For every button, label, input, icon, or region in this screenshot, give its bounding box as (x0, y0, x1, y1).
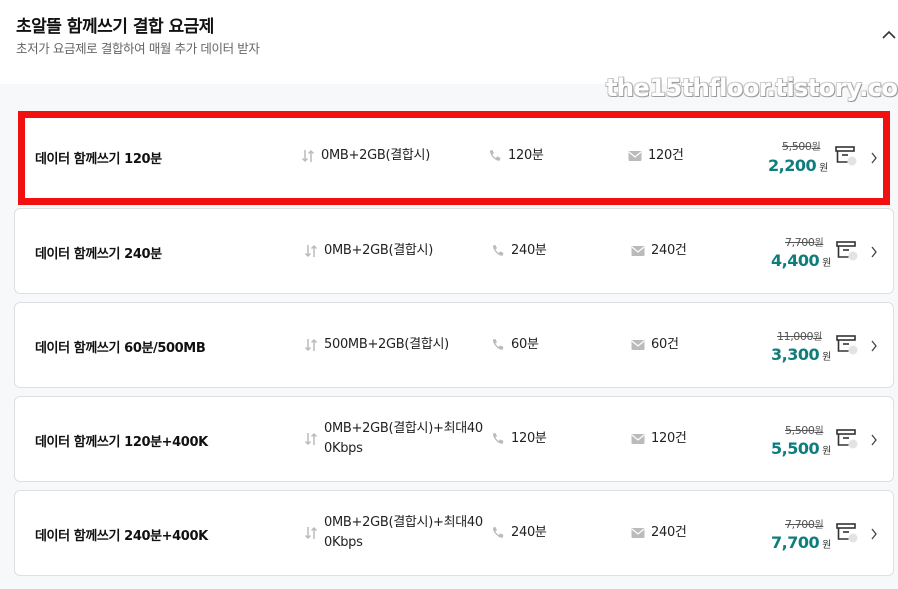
plan-name: 데이터 함께쓰기 120분+400K (35, 435, 208, 450)
chevron-right-icon[interactable] (870, 246, 878, 258)
plan-original-price: 11,000원 (777, 330, 822, 343)
plan-data: 0MB+2GB(결합시)+최대400Kbps (324, 421, 483, 456)
plan-price: 7,700 원 (771, 533, 831, 552)
plan-data: 0MB+2GB(결합시) (324, 243, 433, 258)
compare-box-icon[interactable] (836, 429, 858, 449)
plan-group-title: 초알뜰 함께쓰기 결합 요금제 (16, 17, 214, 37)
chevron-right-icon[interactable] (870, 152, 878, 164)
compare-box-icon[interactable] (836, 335, 858, 355)
plan-original-price: 7,700원 (785, 518, 824, 531)
plan-sms: 120건 (648, 148, 684, 163)
data-transfer-icon (301, 149, 315, 163)
plan-card[interactable]: 데이터 함께쓰기 60분/500MB 500MB+2GB(결합시) 60분 60… (14, 302, 894, 388)
plan-original-price: 5,500원 (782, 140, 821, 153)
message-icon (631, 340, 645, 350)
plan-call: 60분 (511, 337, 539, 352)
plan-card[interactable]: 데이터 함께쓰기 240분 0MB+2GB(결합시) 240분 240건 7,7… (14, 208, 894, 294)
plan-data: 500MB+2GB(결합시) (324, 337, 449, 352)
data-transfer-icon (304, 338, 318, 352)
chevron-right-icon[interactable] (870, 340, 878, 352)
plan-sms: 60건 (651, 337, 679, 352)
plan-original-price: 5,500원 (785, 424, 824, 437)
plan-call: 240분 (511, 243, 547, 258)
phone-icon (489, 150, 501, 161)
plan-price: 4,400 원 (771, 251, 831, 270)
plan-sms: 120건 (651, 431, 687, 446)
plan-call: 120분 (508, 148, 544, 163)
phone-icon (492, 245, 504, 256)
compare-box-icon[interactable] (836, 523, 858, 543)
plan-card[interactable]: 데이터 함께쓰기 120분+400K 0MB+2GB(결합시)+최대400Kbp… (14, 396, 894, 482)
plan-name: 데이터 함께쓰기 120분 (35, 152, 162, 167)
data-transfer-icon (304, 244, 318, 258)
plan-sms: 240건 (651, 525, 687, 540)
phone-icon (492, 433, 504, 444)
plan-call: 120분 (511, 431, 547, 446)
plan-data: 0MB+2GB(결합시)+최대400Kbps (324, 515, 483, 550)
data-transfer-icon (304, 526, 318, 540)
plan-card[interactable]: 데이터 함께쓰기 120분 0MB+2GB(결합시) 120분 120건 5,5… (18, 111, 890, 205)
chevron-up-icon (882, 30, 896, 39)
plan-group-header: 초알뜰 함께쓰기 결합 요금제 초저가 요금제로 결합하여 매월 추가 데이터 … (0, 0, 898, 84)
phone-icon (492, 527, 504, 538)
message-icon (628, 151, 642, 161)
message-icon (631, 434, 645, 444)
plan-name: 데이터 함께쓰기 240분 (35, 247, 162, 262)
collapse-button[interactable] (880, 26, 898, 44)
compare-box-icon[interactable] (835, 146, 857, 166)
plan-price: 3,300 원 (771, 345, 831, 364)
data-transfer-icon (304, 432, 318, 446)
message-icon (631, 246, 645, 256)
chevron-right-icon[interactable] (870, 434, 878, 446)
plan-group-subtitle: 초저가 요금제로 결합하여 매월 추가 데이터 받자 (16, 41, 260, 56)
compare-box-icon[interactable] (836, 241, 858, 261)
plan-sms: 240건 (651, 243, 687, 258)
plan-name: 데이터 함께쓰기 60분/500MB (35, 341, 206, 356)
plan-card[interactable]: 데이터 함께쓰기 240분+400K 0MB+2GB(결합시)+최대400Kbp… (14, 490, 894, 576)
chevron-right-icon[interactable] (870, 528, 878, 540)
plan-original-price: 7,700원 (785, 236, 824, 249)
plan-call: 240분 (511, 525, 547, 540)
plan-price: 5,500 원 (771, 439, 831, 458)
plan-name: 데이터 함께쓰기 240분+400K (35, 529, 208, 544)
phone-icon (492, 339, 504, 350)
watermark: the15thfloor.tistory.com (606, 74, 898, 102)
plan-price: 2,200 원 (768, 156, 828, 175)
message-icon (631, 528, 645, 538)
plan-data: 0MB+2GB(결합시) (321, 148, 430, 163)
